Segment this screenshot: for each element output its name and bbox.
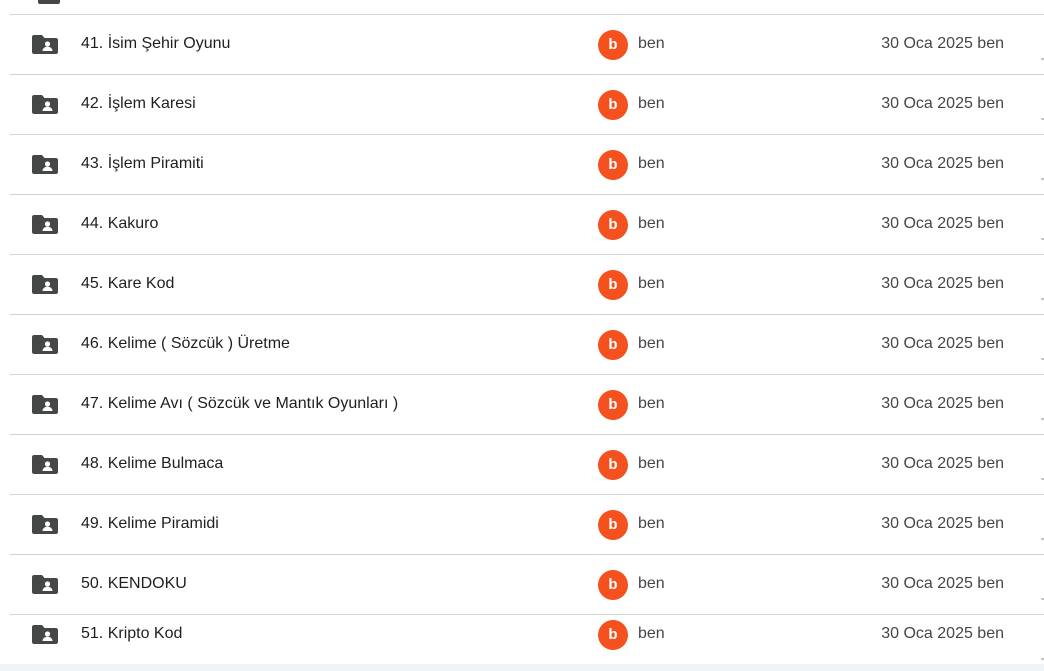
table-row[interactable]: 49. Kelime Piramidi b ben 30 Oca 2025 be… — [10, 495, 1044, 555]
table-row[interactable]: 45. Kare Kod b ben 30 Oca 2025 ben — [10, 255, 1044, 315]
file-name[interactable]: 49. Kelime Piramidi — [81, 514, 219, 534]
owner-label: ben — [638, 515, 665, 532]
avatar: b — [598, 270, 628, 300]
table-row[interactable]: 46. Kelime ( Sözcük ) Üretme b ben 30 Oc… — [10, 315, 1044, 375]
avatar: b — [598, 390, 628, 420]
shared-folder-icon — [32, 213, 58, 235]
owner-label: ben — [638, 35, 665, 52]
avatar: b — [598, 330, 628, 360]
modified-date: 30 Oca 2025 ben — [881, 625, 1004, 642]
modified-date: 30 Oca 2025 ben — [881, 155, 1004, 172]
file-name[interactable]: 45. Kare Kod — [81, 274, 174, 294]
owner-label: ben — [638, 155, 665, 172]
file-name[interactable]: 42. İşlem Karesi — [81, 94, 196, 114]
shared-folder-icon — [32, 33, 58, 55]
table-row[interactable]: 42. İşlem Karesi b ben 30 Oca 2025 ben — [10, 75, 1044, 135]
avatar: b — [598, 510, 628, 540]
shared-folder-icon — [32, 453, 58, 475]
owner-label: ben — [638, 335, 665, 352]
modified-date: 30 Oca 2025 ben — [881, 215, 1004, 232]
modified-date: 30 Oca 2025 ben — [881, 575, 1004, 592]
file-name[interactable]: 50. KENDOKU — [81, 574, 187, 594]
avatar: b — [598, 90, 628, 120]
table-row[interactable]: 48. Kelime Bulmaca b ben 30 Oca 2025 ben — [10, 435, 1044, 495]
file-name[interactable]: 51. Kripto Kod — [81, 624, 182, 644]
file-name[interactable]: 48. Kelime Bulmaca — [81, 454, 223, 474]
shared-folder-icon — [32, 573, 58, 595]
avatar: b — [598, 150, 628, 180]
table-row[interactable]: 41. İsim Şehir Oyunu b ben 30 Oca 2025 b… — [10, 15, 1044, 75]
modified-date: 30 Oca 2025 ben — [881, 455, 1004, 472]
avatar: b — [598, 450, 628, 480]
avatar: b — [598, 620, 628, 650]
owner-label: ben — [638, 275, 665, 292]
partial-folder-icon — [38, 0, 60, 4]
file-name[interactable]: 44. Kakuro — [81, 214, 158, 234]
owner-label: ben — [638, 95, 665, 112]
owner-label: ben — [638, 395, 665, 412]
shared-folder-icon — [32, 273, 58, 295]
table-row[interactable]: 44. Kakuro b ben 30 Oca 2025 ben — [10, 195, 1044, 255]
file-name[interactable]: 41. İsim Şehir Oyunu — [81, 34, 230, 54]
file-name[interactable]: 43. İşlem Piramiti — [81, 154, 204, 174]
modified-date: 30 Oca 2025 ben — [881, 275, 1004, 292]
shared-folder-icon — [32, 513, 58, 535]
shared-folder-icon — [32, 623, 58, 645]
owner-label: ben — [638, 575, 665, 592]
avatar: b — [598, 210, 628, 240]
shared-folder-icon — [32, 93, 58, 115]
modified-date: 30 Oca 2025 ben — [881, 395, 1004, 412]
shared-folder-icon — [32, 153, 58, 175]
file-list: 41. İsim Şehir Oyunu b ben 30 Oca 2025 b… — [10, 0, 1044, 671]
table-row[interactable]: 47. Kelime Avı ( Sözcük ve Mantık Oyunla… — [10, 375, 1044, 435]
shared-folder-icon — [32, 393, 58, 415]
modified-date: 30 Oca 2025 ben — [881, 95, 1004, 112]
file-name[interactable]: 47. Kelime Avı ( Sözcük ve Mantık Oyunla… — [81, 394, 398, 414]
owner-label: ben — [638, 625, 665, 642]
modified-date: 30 Oca 2025 ben — [881, 515, 1004, 532]
owner-label: ben — [638, 455, 665, 472]
file-name[interactable]: 46. Kelime ( Sözcük ) Üretme — [81, 334, 290, 354]
table-row[interactable]: 51. Kripto Kod b ben 30 Oca 2025 ben — [10, 605, 1044, 664]
owner-label: ben — [638, 215, 665, 232]
modified-date: 30 Oca 2025 ben — [881, 335, 1004, 352]
modified-date: 30 Oca 2025 ben — [881, 35, 1004, 52]
avatar: b — [598, 570, 628, 600]
table-row[interactable]: 43. İşlem Piramiti b ben 30 Oca 2025 ben — [10, 135, 1044, 195]
bottom-scroll-bar — [0, 664, 1044, 671]
shared-folder-icon — [32, 333, 58, 355]
avatar: b — [598, 30, 628, 60]
